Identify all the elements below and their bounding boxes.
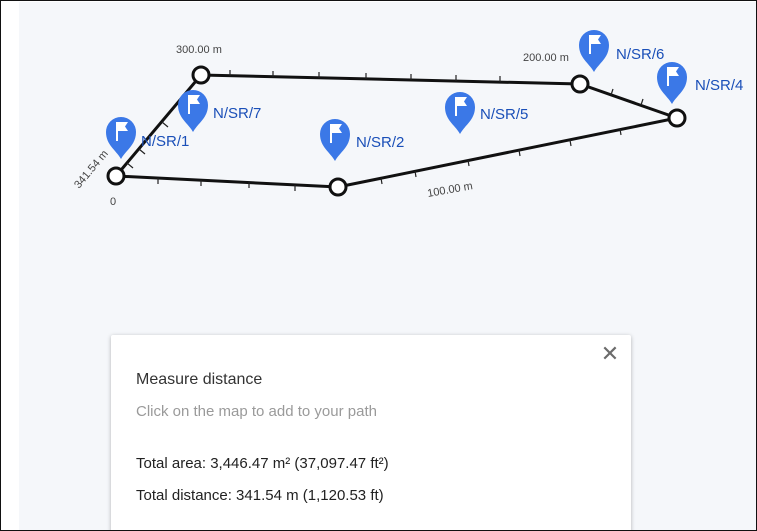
path-vertex[interactable] <box>328 177 348 197</box>
flag-pin-icon <box>657 62 687 104</box>
map-pin-n-sr-5[interactable]: N/SR/5 <box>445 92 528 134</box>
path-vertex[interactable] <box>570 74 590 94</box>
pin-label: N/SR/2 <box>356 134 404 151</box>
pin-label: N/SR/1 <box>141 133 189 150</box>
path-vertex[interactable] <box>667 108 687 128</box>
close-icon[interactable]: ✕ <box>599 343 621 365</box>
measure-path <box>114 73 683 189</box>
path-vertex[interactable] <box>191 65 211 85</box>
distance-label-start: 0 <box>110 196 116 208</box>
panel-hint: Click on the map to add to your path <box>136 403 377 420</box>
map-pin-n-sr-6[interactable]: N/SR/6 <box>579 30 664 72</box>
distance-label-100: 100.00 m <box>426 180 473 200</box>
distance-label-200: 200.00 m <box>523 52 569 64</box>
map-pin-n-sr-7[interactable]: N/SR/7 <box>178 90 261 132</box>
flag-pin-icon <box>320 119 350 161</box>
panel-title: Measure distance <box>136 371 263 388</box>
distance-label-end: 341.54 m <box>72 148 111 191</box>
distance-label-300: 300.00 m <box>176 44 222 56</box>
pin-label: N/SR/4 <box>695 77 743 94</box>
pin-label: N/SR/6 <box>616 46 664 63</box>
path-vertex[interactable] <box>106 166 126 186</box>
flag-pin-icon <box>178 90 208 132</box>
map-frame: 0 300.00 m 200.00 m 100.00 m 341.54 m N/… <box>0 0 757 531</box>
map-pin-n-sr-2[interactable]: N/SR/2 <box>320 119 404 161</box>
flag-pin-icon <box>445 92 475 134</box>
total-area-text: Total area: 3,446.47 m² (37,097.47 ft²) <box>136 455 389 472</box>
pin-label: N/SR/5 <box>480 106 528 123</box>
measure-distance-panel: ✕ Measure distance Click on the map to a… <box>111 335 631 530</box>
flag-pin-icon <box>106 117 136 159</box>
pin-label: N/SR/7 <box>213 105 261 122</box>
map-pin-n-sr-4[interactable]: N/SR/4 <box>657 62 743 104</box>
flag-pin-icon <box>579 30 609 72</box>
map-pin-n-sr-1[interactable]: N/SR/1 <box>106 117 189 159</box>
tick-marks <box>126 70 644 191</box>
total-distance-text: Total distance: 341.54 m (1,120.53 ft) <box>136 487 384 504</box>
